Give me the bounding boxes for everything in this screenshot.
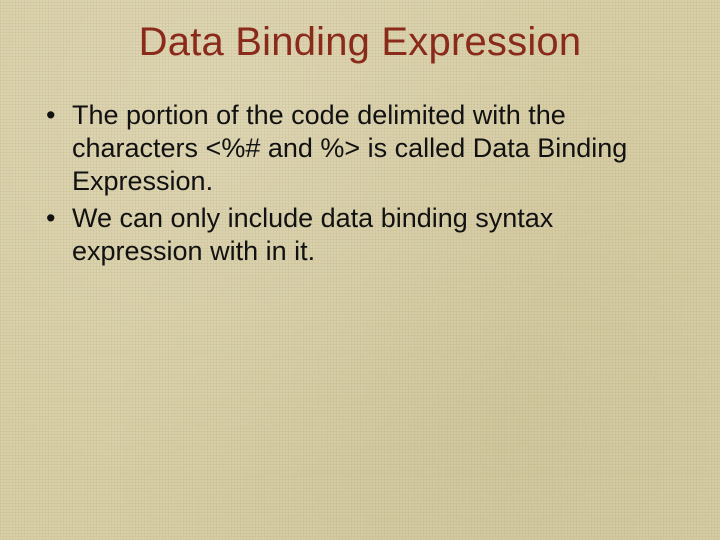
list-item: The portion of the code delimited with t…: [44, 99, 680, 198]
slide: Data Binding Expression The portion of t…: [0, 0, 720, 540]
list-item: We can only include data binding syntax …: [44, 202, 680, 268]
slide-title: Data Binding Expression: [40, 20, 680, 65]
bullet-list: The portion of the code delimited with t…: [40, 99, 680, 268]
